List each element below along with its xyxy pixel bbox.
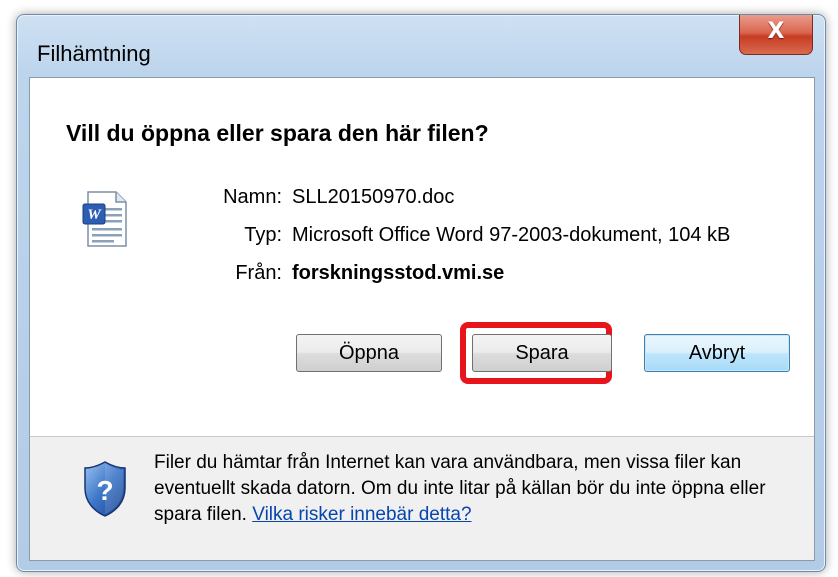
file-name-value: SLL20150970.doc xyxy=(292,186,455,208)
dialog-separator xyxy=(30,436,814,437)
word-document-icon: W xyxy=(82,191,127,247)
file-download-dialog: Filhämtning X Vill du öppna eller spara … xyxy=(16,14,826,572)
dialog-client-area: Vill du öppna eller spara den här filen?… xyxy=(29,77,815,561)
file-source-value: forskningsstod.vmi.se xyxy=(292,262,505,284)
file-name-label: Namn: xyxy=(223,186,282,208)
dialog-question: Vill du öppna eller spara den här filen? xyxy=(66,120,489,146)
open-button[interactable]: Öppna xyxy=(296,334,442,372)
close-button[interactable]: X xyxy=(739,15,813,55)
security-shield-question-icon: ? xyxy=(84,461,126,517)
file-type-label: Typ: xyxy=(244,224,282,246)
file-type-value: Microsoft Office Word 97-2003-dokument, … xyxy=(292,224,731,246)
close-icon: X xyxy=(767,19,785,44)
cancel-button[interactable]: Avbryt xyxy=(644,334,790,372)
file-source-label: Från: xyxy=(235,262,282,284)
risks-link[interactable]: Vilka risker innebär detta? xyxy=(252,504,471,525)
security-warning-text: Filer du hämtar från Internet kan vara a… xyxy=(154,450,794,528)
save-button[interactable]: Spara xyxy=(472,334,612,372)
svg-text:W: W xyxy=(87,207,102,223)
window-title: Filhämtning xyxy=(37,41,151,66)
svg-text:?: ? xyxy=(96,475,113,506)
dialog-content: Vill du öppna eller spara den här filen?… xyxy=(30,78,814,436)
